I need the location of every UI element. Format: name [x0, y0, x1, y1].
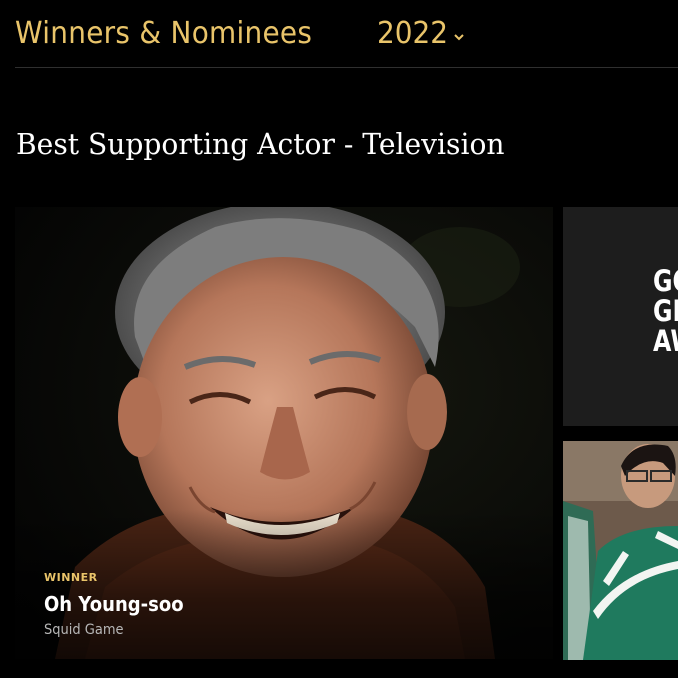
winner-card[interactable]: WINNER Oh Young-soo Squid Game: [15, 207, 553, 659]
squid-game-still: [563, 441, 678, 660]
category-title: Best Supporting Actor - Television: [16, 127, 505, 161]
year-dropdown[interactable]: 2022: [377, 16, 465, 51]
year-value: 2022: [377, 16, 449, 51]
nominee-card-still[interactable]: [563, 441, 678, 660]
chevron-down-icon: [454, 33, 465, 40]
nominee-card-logo[interactable]: GO GL AW: [563, 207, 678, 426]
page-title: Winners & Nominees: [15, 16, 313, 51]
nominee-name[interactable]: Oh Young-soo: [44, 592, 184, 616]
page-header: Winners & Nominees 2022: [15, 0, 678, 68]
nominee-show[interactable]: Squid Game: [44, 622, 124, 638]
winner-badge: WINNER: [44, 571, 98, 584]
golden-globe-logo: GO GL AW: [653, 264, 678, 358]
